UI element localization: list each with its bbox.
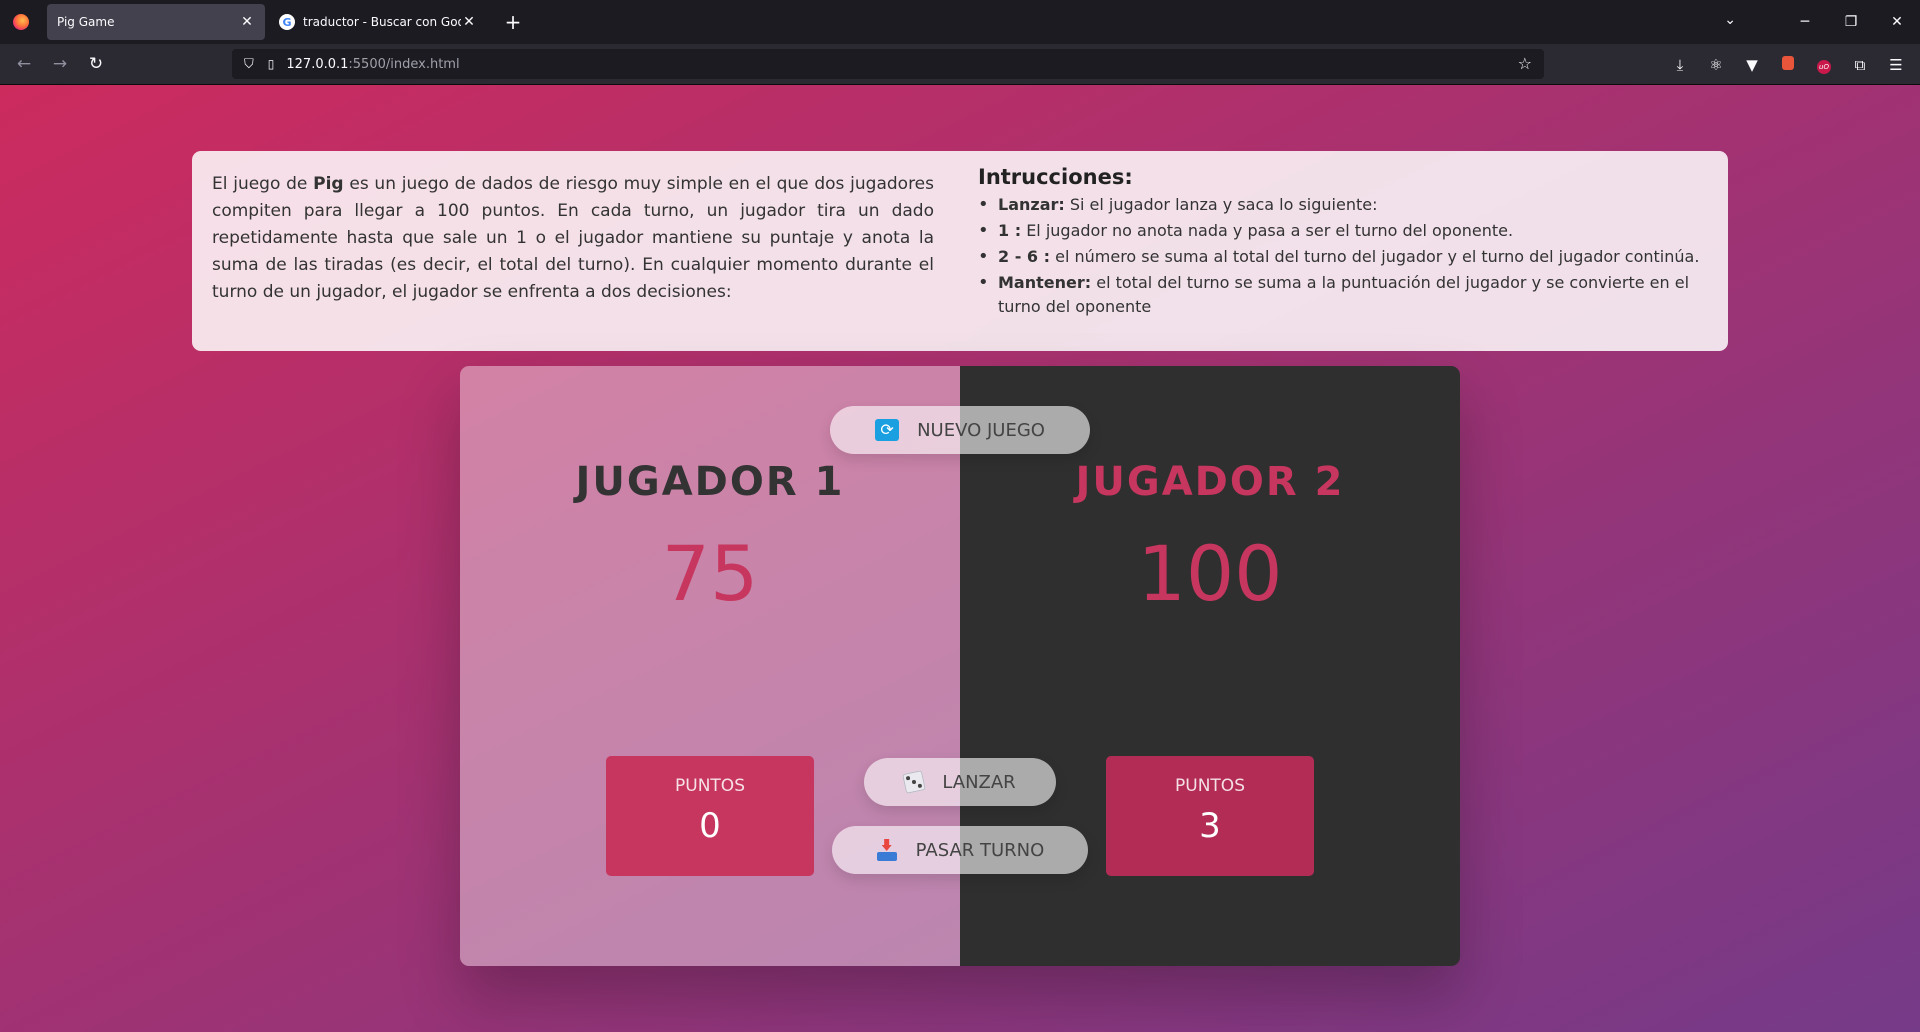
- reload-icon[interactable]: ↻: [78, 54, 114, 74]
- rule-term: Lanzar:: [998, 195, 1065, 214]
- rule-term: 2 - 6 :: [998, 247, 1051, 266]
- url-host: 127.0.0.1: [286, 56, 349, 72]
- player-2-name: JUGADOR 2: [1075, 459, 1345, 505]
- browser-tab-bar: Pig Game ✕ G traductor - Buscar con Goog…: [0, 0, 1920, 44]
- bookmark-star-icon[interactable]: ☆: [1518, 54, 1532, 73]
- extension-orange-icon[interactable]: [1770, 55, 1806, 74]
- player-2-current-score: 3: [1199, 806, 1221, 846]
- dice-icon: [902, 770, 927, 794]
- roll-dice-button[interactable]: LANZAR: [864, 758, 1056, 806]
- restore-icon[interactable]: ❐: [1828, 14, 1874, 30]
- close-tab-icon[interactable]: ✕: [239, 14, 255, 30]
- rule-text: Si el jugador lanza y saca lo siguiente:: [1064, 195, 1378, 214]
- instructions: Intrucciones: Lanzar: Si el jugador lanz…: [978, 165, 1708, 351]
- player-2-total-score: 100: [1137, 529, 1283, 618]
- inbox-tray-icon: [876, 839, 898, 861]
- list-tabs-chevron-icon[interactable]: ⌄: [1724, 12, 1736, 28]
- downloads-icon[interactable]: ⤓: [1662, 56, 1698, 74]
- instructions-list: Lanzar: Si el jugador lanza y saca lo si…: [978, 193, 1708, 319]
- description-text: El juego de: [212, 174, 314, 194]
- tab-title: traductor - Buscar con Google: [303, 15, 461, 29]
- react-devtools-icon[interactable]: ⚛: [1698, 56, 1734, 74]
- extensions-puzzle-icon[interactable]: ⧉: [1842, 56, 1878, 74]
- rule-item: 2 - 6 : el número se suma al total del t…: [978, 245, 1708, 269]
- ublock-icon[interactable]: uO: [1806, 55, 1842, 74]
- game-board: JUGADOR 1 75 PUNTOS 0 JUGADOR 2 100 PUNT…: [460, 366, 1460, 966]
- rule-term: Mantener:: [998, 273, 1092, 292]
- minimize-icon[interactable]: ─: [1782, 14, 1828, 30]
- rule-item: Mantener: el total del turno se suma a l…: [978, 271, 1708, 319]
- new-game-button[interactable]: ⟳ NUEVO JUEGO: [830, 406, 1090, 454]
- player-2-current-box: PUNTOS 3: [1106, 756, 1314, 876]
- rule-text: el número se suma al total del turno del…: [1050, 247, 1700, 266]
- rule-text: El jugador no anota nada y pasa a ser el…: [1021, 221, 1514, 240]
- player-1-current-score: 0: [699, 806, 721, 846]
- toolbar-icons: ⤓ ⚛ ▼ uO ⧉ ☰: [1662, 44, 1914, 85]
- current-label: PUNTOS: [675, 776, 745, 796]
- player-1-panel: JUGADOR 1 75 PUNTOS 0: [460, 366, 960, 966]
- info-panel: El juego de Pig es un juego de dados de …: [192, 151, 1728, 351]
- rule-term: 1 :: [998, 221, 1022, 240]
- back-arrow-icon[interactable]: ←: [6, 54, 42, 74]
- forward-arrow-icon[interactable]: →: [42, 54, 78, 74]
- player-1-name: JUGADOR 1: [575, 459, 845, 505]
- roll-label: LANZAR: [942, 771, 1016, 793]
- new-game-label: NUEVO JUEGO: [917, 419, 1045, 441]
- close-window-icon[interactable]: ✕: [1874, 14, 1920, 30]
- refresh-icon: ⟳: [875, 419, 900, 441]
- shield-icon[interactable]: ⛉: [244, 57, 254, 72]
- page-icon[interactable]: ▯: [268, 57, 275, 71]
- tab-pig-game[interactable]: Pig Game ✕: [47, 4, 265, 40]
- rule-item: Lanzar: Si el jugador lanza y saca lo si…: [978, 193, 1708, 217]
- tab-title: Pig Game: [57, 15, 115, 29]
- url-bar[interactable]: ⛉ ▯ 127.0.0.1 :5500/index.html ☆: [232, 49, 1544, 79]
- new-tab-button[interactable]: +: [501, 10, 525, 34]
- description-bold-pig: Pig: [313, 174, 344, 194]
- google-icon: G: [279, 14, 295, 30]
- player-1-total-score: 75: [661, 529, 759, 618]
- hold-button[interactable]: PASAR TURNO: [832, 826, 1088, 874]
- player-2-panel: JUGADOR 2 100 PUNTOS 3: [960, 366, 1460, 966]
- current-label: PUNTOS: [1175, 776, 1245, 796]
- menu-hamburger-icon[interactable]: ☰: [1878, 56, 1914, 74]
- url-path: :5500/index.html: [348, 56, 460, 72]
- browser-nav-bar: ← → ↻ ⛉ ▯ 127.0.0.1 :5500/index.html ☆ ⤓…: [0, 44, 1920, 85]
- close-tab-icon[interactable]: ✕: [461, 14, 477, 30]
- instructions-title: Intrucciones:: [978, 165, 1133, 189]
- rule-item: 1 : El jugador no anota nada y pasa a se…: [978, 219, 1708, 243]
- page-content: El juego de Pig es un juego de dados de …: [0, 85, 1920, 1032]
- game-description: El juego de Pig es un juego de dados de …: [212, 171, 934, 351]
- player-1-current-box: PUNTOS 0: [606, 756, 814, 876]
- hold-label: PASAR TURNO: [915, 839, 1045, 861]
- tab-google-search[interactable]: G traductor - Buscar con Google ✕: [269, 4, 487, 40]
- firefox-logo-icon[interactable]: [13, 14, 29, 30]
- window-controls: ─ ❐ ✕: [1782, 0, 1920, 44]
- rule-text: el total del turno se suma a la puntuaci…: [998, 273, 1690, 316]
- vue-extension-icon[interactable]: ▼: [1734, 56, 1770, 74]
